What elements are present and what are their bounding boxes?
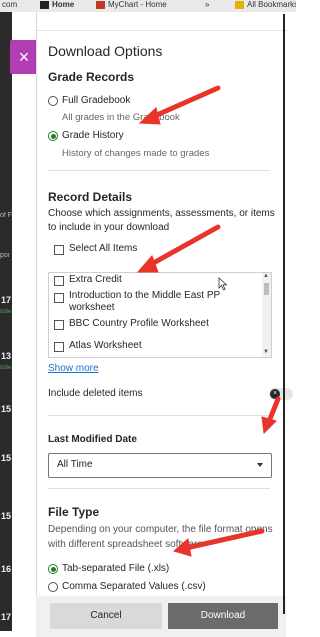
- full-gradebook-label[interactable]: Full Gradebook: [62, 95, 130, 106]
- item-label[interactable]: Introduction to the Middle East PP works…: [69, 290, 239, 314]
- full-gradebook-desc: All grades in the Gradebook: [62, 112, 180, 123]
- item-checkbox[interactable]: [54, 293, 64, 303]
- include-deleted-label: Include deleted items: [48, 388, 143, 399]
- bg-number: 17: [1, 295, 12, 305]
- grade-history-radio[interactable]: [48, 131, 58, 141]
- bg-green-label: oste: [0, 365, 12, 371]
- select-all-label[interactable]: Select All Items: [69, 243, 137, 255]
- all-bookmarks[interactable]: All Bookmarks: [235, 0, 296, 10]
- folder-icon: [235, 0, 244, 9]
- csv-radio[interactable]: [48, 582, 58, 592]
- section-divider: [48, 170, 270, 171]
- xls-label[interactable]: Tab-separated File (.xls): [62, 563, 169, 574]
- bg-number: 15: [1, 404, 12, 414]
- bg-number: 15: [1, 511, 12, 521]
- csv-label[interactable]: Comma Separated Values (.csv): [62, 581, 206, 592]
- bg-label-b: poi: [0, 252, 10, 259]
- scroll-down-icon[interactable]: ▼: [263, 349, 269, 355]
- page-title: Download Options: [48, 43, 163, 59]
- bg-number: 15: [1, 453, 12, 463]
- items-listbox[interactable]: Extra Credit Introduction to the Middle …: [48, 272, 272, 358]
- last-modified-value: All Time: [57, 459, 93, 470]
- record-details-desc: to include in your download: [48, 222, 170, 233]
- panel-top-divider: [37, 30, 287, 31]
- scroll-thumb[interactable]: [264, 283, 269, 295]
- record-details-heading: Record Details: [48, 190, 133, 204]
- mouse-cursor-icon: [218, 277, 228, 291]
- item-checkbox[interactable]: [54, 342, 64, 352]
- bg-green-label: oste: [0, 309, 12, 315]
- grade-history-label[interactable]: Grade History: [62, 130, 124, 141]
- download-options-panel: Download Options Grade Records Full Grad…: [36, 12, 287, 631]
- grade-history-desc: History of changes made to grades: [62, 148, 210, 159]
- file-type-heading: File Type: [48, 505, 100, 519]
- bookmark-mychart[interactable]: MyChart - Home: [96, 0, 167, 10]
- bg-label-a: of F: [0, 212, 12, 219]
- section-divider: [48, 415, 270, 416]
- scroll-up-icon[interactable]: ▲: [263, 273, 269, 279]
- item-checkbox[interactable]: [54, 276, 64, 286]
- browser-bookmarks-bar: com Home MyChart - Home » All Bookmarks: [0, 0, 296, 12]
- window-edge: [283, 14, 285, 614]
- include-deleted-toggle[interactable]: ×: [269, 388, 293, 400]
- toggle-knob-icon: ×: [270, 389, 280, 399]
- download-button[interactable]: Download: [168, 603, 278, 629]
- section-divider: [48, 488, 270, 489]
- chevron-down-icon: [257, 463, 263, 467]
- grade-records-heading: Grade Records: [48, 70, 135, 84]
- show-more-link[interactable]: Show more: [48, 363, 99, 374]
- list-scrollbar[interactable]: ▲ ▼: [262, 273, 271, 357]
- close-panel-button[interactable]: ×: [10, 40, 38, 74]
- item-label[interactable]: Atlas Worksheet: [69, 340, 142, 352]
- close-icon: ×: [18, 47, 30, 67]
- record-details-desc: Choose which assignments, assessments, o…: [48, 208, 275, 219]
- select-all-checkbox[interactable]: [54, 245, 64, 255]
- cancel-button[interactable]: Cancel: [50, 603, 162, 629]
- file-type-desc: Depending on your computer, the file for…: [48, 524, 273, 535]
- bg-number: 16: [1, 564, 12, 574]
- bg-number: 13: [1, 351, 12, 361]
- item-checkbox[interactable]: [54, 320, 64, 330]
- last-modified-label: Last Modified Date: [48, 434, 137, 445]
- mychart-favicon-icon: [96, 0, 105, 9]
- item-label[interactable]: Extra Credit: [69, 274, 122, 286]
- home-favicon-icon: [40, 0, 49, 9]
- bg-number: 17: [1, 612, 12, 622]
- bookmark-partial-label[interactable]: com: [2, 0, 17, 10]
- item-label[interactable]: BBC Country Profile Worksheet: [69, 318, 209, 330]
- bookmarks-overflow-icon[interactable]: »: [205, 0, 209, 10]
- background-page-strip: of F poi 17 oste 13 oste 15 15 15 16 17: [0, 12, 12, 631]
- xls-radio[interactable]: [48, 564, 58, 574]
- last-modified-select[interactable]: All Time: [48, 453, 272, 478]
- bookmark-home[interactable]: Home: [40, 0, 74, 10]
- file-type-desc: with different spreadsheet software: [48, 539, 203, 550]
- full-gradebook-radio[interactable]: [48, 96, 58, 106]
